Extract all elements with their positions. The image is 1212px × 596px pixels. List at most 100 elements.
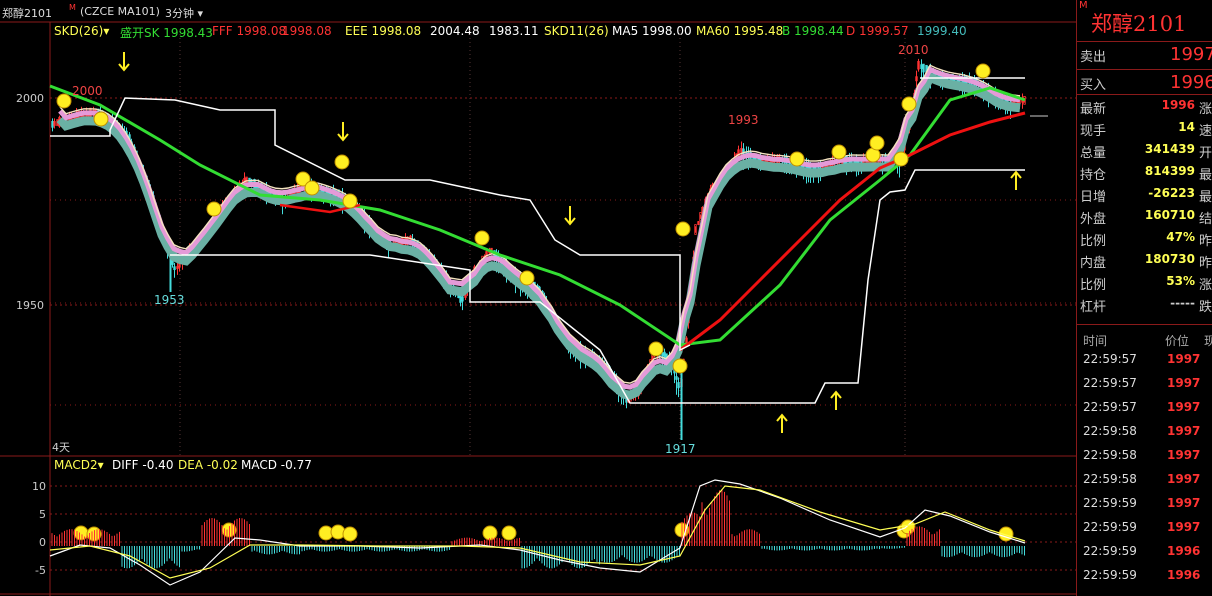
quote-label: 现手 <box>1080 124 1107 139</box>
buy-price: 1996 <box>1170 72 1212 93</box>
smiley-marker-icon <box>501 525 517 541</box>
ma-red-line <box>679 111 1026 352</box>
quote-value: -26223 <box>1148 186 1195 200</box>
trade-price: 1997 <box>1167 376 1201 390</box>
quote-value: 160710 <box>1144 208 1195 222</box>
trade-time: 22:59:59 <box>1083 544 1137 558</box>
trade-time: 22:59:58 <box>1083 424 1137 438</box>
macd-diff-line <box>49 479 1026 586</box>
trade-price: 1996 <box>1167 568 1201 582</box>
low-label: 1953 <box>154 293 185 307</box>
smiley-marker-icon <box>342 193 358 209</box>
quote-label: 杠杆 <box>1080 300 1107 315</box>
candle-body <box>677 382 680 389</box>
trade-row[interactable]: 22:59:58 1997 <box>1077 468 1212 492</box>
macd-axis-label: 0 <box>39 536 46 549</box>
quote-row: 比例 47% 昨 <box>1077 226 1212 249</box>
arrow-down-icon <box>118 52 130 72</box>
quote-label: 内盘 <box>1080 256 1107 271</box>
quote-extra-label: 最 <box>1199 190 1212 205</box>
macd-selector[interactable]: MACD2▾ <box>54 458 104 472</box>
quote-label: 最新 <box>1080 102 1107 117</box>
trade-row[interactable]: 22:59:59 1996 <box>1077 564 1212 588</box>
quote-label: 日增 <box>1080 190 1107 205</box>
trade-time: 22:59:59 <box>1083 568 1137 582</box>
quote-label: 比例 <box>1080 278 1107 293</box>
quote-row: 现手 14 速 <box>1077 116 1212 139</box>
smiley-marker-icon <box>831 144 847 160</box>
trade-price: 1996 <box>1167 544 1201 558</box>
sell-row[interactable]: 卖出 1997 <box>1077 41 1212 65</box>
smiley-marker-icon <box>869 135 885 151</box>
buy-row[interactable]: 买入 1996 <box>1077 69 1212 93</box>
sell-label: 卖出 <box>1080 50 1107 65</box>
trade-row[interactable]: 22:59:57 1997 <box>1077 348 1212 372</box>
trade-time: 22:59:57 <box>1083 400 1137 414</box>
candle-body <box>922 63 925 73</box>
macd-dea-line <box>49 485 1026 579</box>
trade-row[interactable]: 22:59:58 1997 <box>1077 444 1212 468</box>
quote-extra-label: 最 <box>1199 168 1212 183</box>
quote-extra-label: 涨 <box>1199 102 1212 117</box>
high-label: 2010 <box>898 43 929 57</box>
chevron-down-icon: ▾ <box>97 458 104 472</box>
quote-row: 比例 53% 涨 <box>1077 270 1212 293</box>
trade-price: 1997 <box>1167 472 1201 486</box>
trade-header-time: 时间 <box>1083 334 1108 348</box>
arrow-up-icon <box>1010 170 1022 190</box>
quote-title: 郑醇2101 <box>1091 12 1187 36</box>
quote-label: 持仓 <box>1080 168 1107 183</box>
quote-row: 内盘 180730 昨 <box>1077 248 1212 271</box>
main-chart[interactable]: 2000 1950 10 5 0 -5 2000 1953 1993 1917 2010 4天 <box>0 0 1076 596</box>
trade-price: 1997 <box>1167 496 1201 510</box>
macd-axis-label: 10 <box>32 480 46 493</box>
quote-label: 外盘 <box>1080 212 1107 227</box>
trade-price: 1997 <box>1167 448 1201 462</box>
smiley-marker-icon <box>975 63 991 79</box>
quote-value: 180730 <box>1144 252 1195 266</box>
quote-value: 47% <box>1166 230 1195 244</box>
trade-row[interactable]: 22:59:59 1996 <box>1077 540 1212 564</box>
quote-value: 14 <box>1178 120 1195 134</box>
days-label: 4天 <box>52 441 70 454</box>
trade-time: 22:59:58 <box>1083 472 1137 486</box>
macd-diff: DIFF -0.40 <box>112 458 174 472</box>
smiley-marker-icon <box>304 180 320 196</box>
candle-body <box>675 376 678 380</box>
quote-extra-label: 涨 <box>1199 278 1212 293</box>
trade-time: 22:59:59 <box>1083 520 1137 534</box>
quote-row: 日增 -26223 最 <box>1077 182 1212 205</box>
quote-value: 53% <box>1166 274 1195 288</box>
smiley-marker-icon <box>73 525 89 541</box>
macd-axis-label: 5 <box>39 508 46 521</box>
candle-body <box>461 296 464 302</box>
candle-body <box>173 266 176 271</box>
smiley-marker-icon <box>672 358 688 374</box>
quote-row: 总量 341439 开 <box>1077 138 1212 161</box>
smiley-marker-icon <box>648 341 664 357</box>
smiley-marker-icon <box>900 519 916 535</box>
divider <box>1077 324 1212 325</box>
trade-row[interactable]: 22:59:57 1997 <box>1077 372 1212 396</box>
trade-row[interactable]: 22:59:58 1997 <box>1077 420 1212 444</box>
arrow-down-icon <box>337 122 349 142</box>
trade-row[interactable]: 22:59:59 1997 <box>1077 516 1212 540</box>
smiley-marker-icon <box>519 270 535 286</box>
sell-price: 1997 <box>1170 44 1212 65</box>
quote-extra-label: 昨 <box>1199 256 1212 271</box>
trade-row[interactable]: 22:59:59 1997 <box>1077 492 1212 516</box>
trade-list[interactable]: 22:59:57 1997 22:59:57 1997 22:59:57 1997 22:5… <box>1077 348 1212 588</box>
price-axis-label: 2000 <box>16 92 44 105</box>
trade-row[interactable]: 22:59:57 1997 <box>1077 396 1212 420</box>
quote-stats: 最新 1996 涨现手 14 速总量 341439 开持仓 814399 最日增 -26223 最外… <box>1077 94 1212 320</box>
high-label: 2000 <box>72 84 103 98</box>
trade-price: 1997 <box>1167 352 1201 366</box>
smiley-marker-icon <box>901 96 917 112</box>
quote-extra-label: 速 <box>1199 124 1212 139</box>
quote-value: 814399 <box>1144 164 1195 178</box>
smiley-marker-icon <box>474 230 490 246</box>
arrow-up-icon <box>830 390 842 410</box>
macd-axis-label: -5 <box>35 564 46 577</box>
smiley-marker-icon <box>334 154 350 170</box>
price-axis-label: 1950 <box>16 299 44 312</box>
